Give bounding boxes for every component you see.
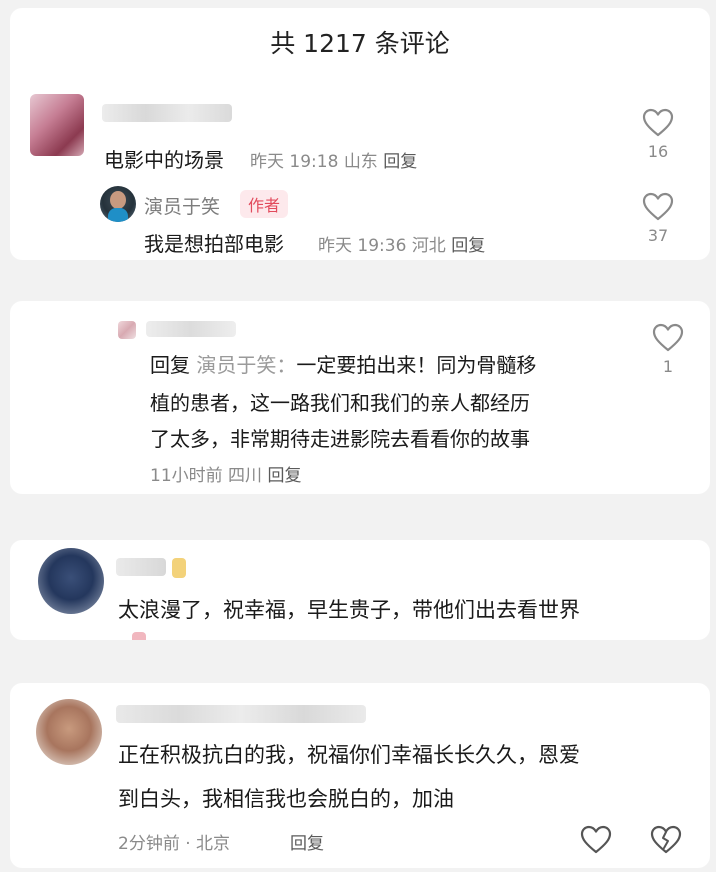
username-blurred[interactable] [146,321,236,337]
level-badge-blurred [172,558,186,578]
comment-count-title: 共 1217 条评论 [270,29,450,58]
username-blurred[interactable] [116,558,166,576]
reply-button[interactable]: 回复 [267,466,301,486]
reply-button[interactable]: 回复 [383,152,417,172]
avatar-blurred[interactable] [118,321,136,339]
comment-location: 山东 [343,152,378,172]
comment-meta: 昨天 19:18 山东 回复 [250,147,417,172]
like-button[interactable] [580,825,612,859]
author-badge: 作者 [240,190,289,218]
reply-to-name[interactable]: 演员于笑： [196,353,296,377]
author-name[interactable]: 演员于笑 [144,192,220,219]
reply-meta: 昨天 19:36 河北 回复 [318,231,485,256]
like-count: 1 [662,357,674,376]
reply-time: 11小时前 [150,466,223,486]
comment-card-2: 回复 演员于笑：一定要拍出来！同为骨髓移 植的患者，这一路我们和我们的亲人都经历… [10,301,710,494]
reply-text: 我是想拍部电影 [144,232,284,256]
reply-location: 河北 [411,236,446,256]
reply-location: 四川 [228,466,263,486]
heart-outline-icon [642,108,674,137]
reply-text-part: 一定要拍出来！同为骨髓移 [296,353,537,377]
reply-button[interactable]: 回复 [290,829,324,854]
comment-text: 电影中的场景 [104,148,224,172]
like-button[interactable]: 16 [638,108,678,161]
username-blurred[interactable] [116,705,366,723]
avatar-blurred[interactable] [36,699,102,765]
author-avatar[interactable] [100,186,136,222]
avatar-blurred[interactable] [30,94,84,156]
dislike-button[interactable] [650,825,682,859]
comment-time: 昨天 19:18 [250,152,339,172]
broken-heart-icon [650,825,682,854]
like-button[interactable]: 37 [638,192,678,245]
comment-text: 太浪漫了，祝幸福，早生贵子，带他们出去看世界 [118,598,580,622]
comment-line-2: 到白头，我相信我也会脱白的，加油 [118,787,454,811]
reply-prefix: 回复 [150,353,190,377]
reply-time: 昨天 19:36 [318,236,407,256]
comment-card-4: 正在积极抗白的我，祝福你们幸福长长久久，恩爱 到白头，我相信我也会脱白的，加油 … [10,683,710,868]
comment-card-1: 共 1217 条评论 电影中的场景 昨天 19:18 山东 回复 16 演员于笑… [10,8,710,260]
reply-content-line-1: 回复 演员于笑：一定要拍出来！同为骨髓移 [150,347,536,383]
heart-outline-icon [642,192,674,221]
reply-button[interactable]: 回复 [451,236,485,256]
heart-outline-icon [652,323,684,352]
comment-line-1: 正在积极抗白的我，祝福你们幸福长长久久，恩爱 [118,743,580,767]
like-count: 37 [647,226,669,245]
reply-meta: 11小时前 四川 回复 [150,461,301,486]
comment-meta: 2分钟前 · 北京 [118,829,230,854]
reply-content-line-2: 植的患者，这一路我们和我们的亲人都经历 [150,391,530,415]
comment-card-3: 太浪漫了，祝幸福，早生贵子，带他们出去看世界 [10,540,710,640]
like-count: 16 [647,142,669,161]
avatar-blurred[interactable] [38,548,104,614]
comment-time-location: 2分钟前 · 北京 [118,834,231,854]
emoji-blurred [132,632,146,640]
like-button[interactable]: 1 [648,323,688,376]
heart-outline-icon [580,825,612,854]
reply-content-line-3: 了太多，非常期待走进影院去看看你的故事 [150,427,530,451]
username-blurred[interactable] [102,104,232,122]
